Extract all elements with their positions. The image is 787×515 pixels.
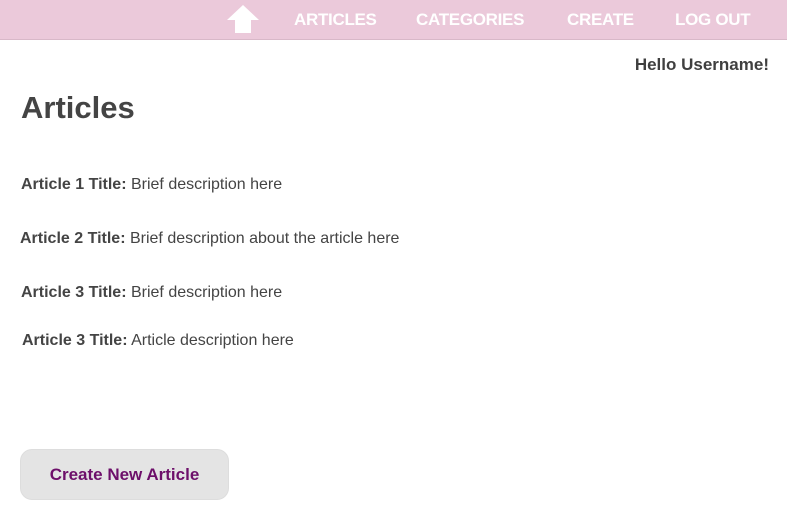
- nav-link-create[interactable]: CREATE: [567, 10, 634, 30]
- article-description: Brief description here: [130, 284, 283, 301]
- article-title: Article 3 Title:: [22, 332, 128, 349]
- create-new-article-button[interactable]: Create New Article: [20, 449, 229, 500]
- article-list-item[interactable]: Article 3 Title: Brief description here: [21, 284, 282, 302]
- article-list-item[interactable]: Article 1 Title: Brief description here: [21, 176, 282, 194]
- home-arrow-icon[interactable]: [225, 3, 261, 35]
- article-list-item[interactable]: Article 3 Title: Article description her…: [22, 332, 294, 350]
- user-greeting: Hello Username!: [634, 55, 769, 74]
- article-description: Brief description here: [130, 176, 283, 193]
- nav-link-logout[interactable]: LOG OUT: [675, 10, 751, 30]
- article-title: Article 1 Title:: [21, 176, 127, 193]
- article-title: Article 3 Title:: [21, 284, 127, 301]
- nav-link-articles[interactable]: ARTICLES: [294, 10, 377, 30]
- article-description: Article description here: [131, 332, 294, 349]
- article-list-item[interactable]: Article 2 Title: Brief description about…: [20, 230, 399, 248]
- article-description: Brief description about the article here: [129, 230, 400, 247]
- article-title: Article 2 Title:: [20, 230, 126, 247]
- page-title: Articles: [21, 90, 135, 125]
- top-nav-bar: ARTICLES CATEGORIES CREATE LOG OUT: [0, 0, 787, 40]
- nav-link-categories[interactable]: CATEGORIES: [416, 10, 524, 30]
